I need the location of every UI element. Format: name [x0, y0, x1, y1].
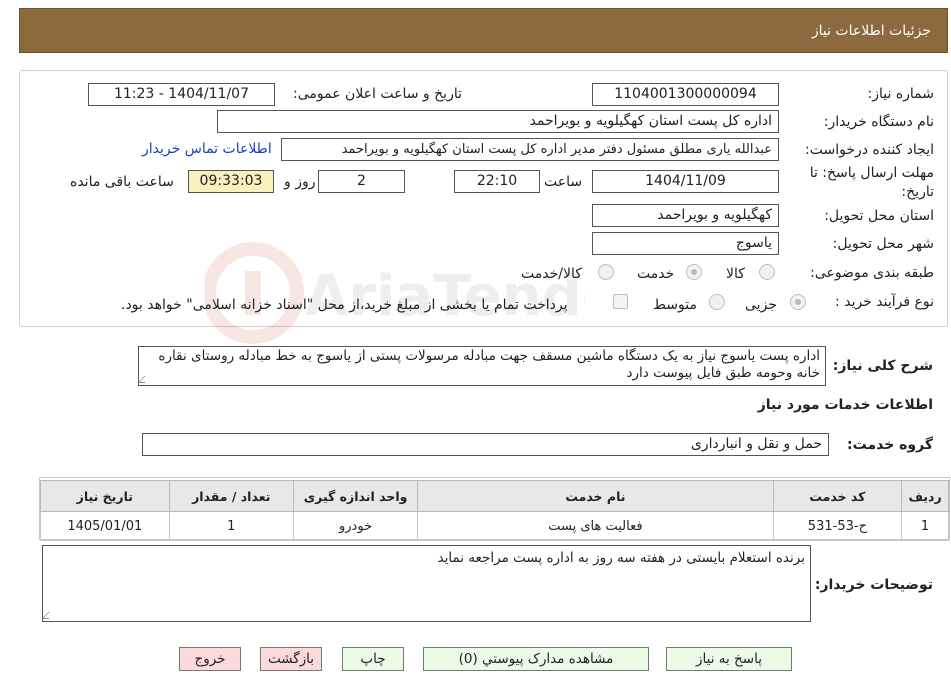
treasury-payment-note: پرداخت تمام یا بخشی از مبلغ خرید،از محل … [121, 297, 568, 313]
category-option-service: خدمت [637, 266, 675, 282]
page-title: جزئیات اطلاعات نیاز [811, 23, 931, 39]
category-radio-goods[interactable] [759, 264, 775, 280]
description-text: اداره پست یاسوج نیاز به یک دستگاه ماشین … [158, 348, 820, 381]
col-header-row: ردیف [901, 480, 949, 512]
cell-quantity: 1 [168, 511, 294, 541]
col-header-date: تاریخ نیاز [40, 480, 170, 512]
col-header-quantity: تعداد / مقدار [168, 480, 294, 512]
requester-label: ایجاد کننده درخواست: [805, 142, 934, 158]
need-number-field: 1104001300000094 [592, 83, 779, 106]
page-header: جزئیات اطلاعات نیاز [19, 8, 948, 53]
exit-button[interactable]: خروج [179, 647, 241, 671]
delivery-city-label: شهر محل تحویل: [832, 236, 934, 252]
deadline-date-field: 1404/11/09 [592, 170, 779, 193]
category-option-goods-service: کالا/خدمت [521, 266, 582, 282]
purchase-option-minor: جزیی [745, 297, 777, 313]
description-label: شرح کلی نیاز: [832, 358, 933, 374]
remaining-time-field: 09:33:03 [188, 170, 274, 193]
buyer-notes-text: برنده استعلام بایستی در هفته سه روز به ا… [437, 550, 806, 566]
delivery-city-field: یاسوج [592, 232, 779, 255]
buyer-notes-textarea[interactable]: برنده استعلام بایستی در هفته سه روز به ا… [42, 545, 811, 622]
cell-service-code: ح-53-531 [772, 511, 903, 541]
col-header-unit: واحد اندازه گیری [292, 480, 419, 512]
delivery-province-field: کهگیلویه و بویراحمد [592, 204, 779, 227]
cell-need-date: 1405/01/01 [40, 511, 170, 541]
buyer-org-label: نام دستگاه خریدار: [823, 114, 934, 130]
deadline-days-label: روز و [284, 174, 316, 190]
services-table-wrapper: ردیف کد خدمت نام خدمت واحد اندازه گیری ت… [39, 477, 950, 541]
deadline-time-label: ساعت [544, 174, 583, 190]
deadline-time-field: 22:10 [454, 170, 540, 193]
reply-button[interactable]: پاسخ به نیاز [666, 647, 792, 671]
service-group-field: حمل و نقل و انبارداری [142, 433, 829, 456]
category-radio-goods-service[interactable] [598, 264, 614, 280]
deadline-label-line1: مهلت ارسال پاسخ: تا [809, 165, 934, 181]
announce-datetime-label: تاریخ و ساعت اعلان عمومی: [293, 86, 462, 102]
cell-service-name: فعالیت های پست [417, 511, 774, 541]
treasury-payment-checkbox[interactable] [613, 294, 628, 309]
remaining-time-label: ساعت باقی مانده [70, 174, 174, 190]
category-option-goods: کالا [726, 266, 745, 282]
purchase-option-medium: متوسط [653, 297, 697, 313]
table-row: 1 ح-53-531 فعالیت های پست خودرو 1 1405/0… [40, 511, 949, 541]
buyer-org-field: اداره کل پست استان کهگیلویه و بویراحمد [217, 110, 779, 133]
col-header-code: کد خدمت [772, 480, 903, 512]
purchase-radio-minor[interactable] [790, 294, 806, 310]
print-button[interactable]: چاپ [342, 647, 404, 671]
purchase-radio-medium[interactable] [709, 294, 725, 310]
back-button[interactable]: بازگشت [260, 647, 322, 671]
buyer-contact-link[interactable]: اطلاعات تماس خریدار [142, 141, 272, 157]
buyer-notes-label: توضیحات خریدار: [814, 577, 933, 593]
deadline-days-field: 2 [318, 170, 405, 193]
need-number-label: شماره نیاز: [867, 86, 935, 102]
purchase-type-label: نوع فرآیند خرید : [835, 294, 934, 310]
deadline-label-line2: تاریخ: [901, 184, 934, 200]
services-table: ردیف کد خدمت نام خدمت واحد اندازه گیری ت… [40, 480, 949, 541]
category-radio-service[interactable] [686, 264, 702, 280]
category-label: طبقه بندی موضوعی: [810, 265, 934, 281]
announce-datetime-field: 1404/11/07 - 11:23 [88, 83, 275, 106]
delivery-province-label: استان محل تحویل: [824, 208, 934, 224]
view-attachments-button[interactable]: مشاهده مدارک پیوستي (0) [423, 647, 649, 671]
requester-field: عبدالله یاری مطلق مسئول دفتر مدیر اداره … [281, 138, 779, 161]
cell-row-number: 1 [901, 511, 949, 541]
watermark-logo: AriaTender.neT [205, 242, 585, 344]
service-group-label: گروه خدمت: [847, 437, 933, 453]
col-header-name: نام خدمت [417, 480, 774, 512]
cell-unit: خودرو [292, 511, 419, 541]
description-textarea[interactable]: اداره پست یاسوج نیاز به یک دستگاه ماشین … [138, 346, 826, 386]
services-section-title: اطلاعات خدمات مورد نیاز [757, 397, 933, 413]
